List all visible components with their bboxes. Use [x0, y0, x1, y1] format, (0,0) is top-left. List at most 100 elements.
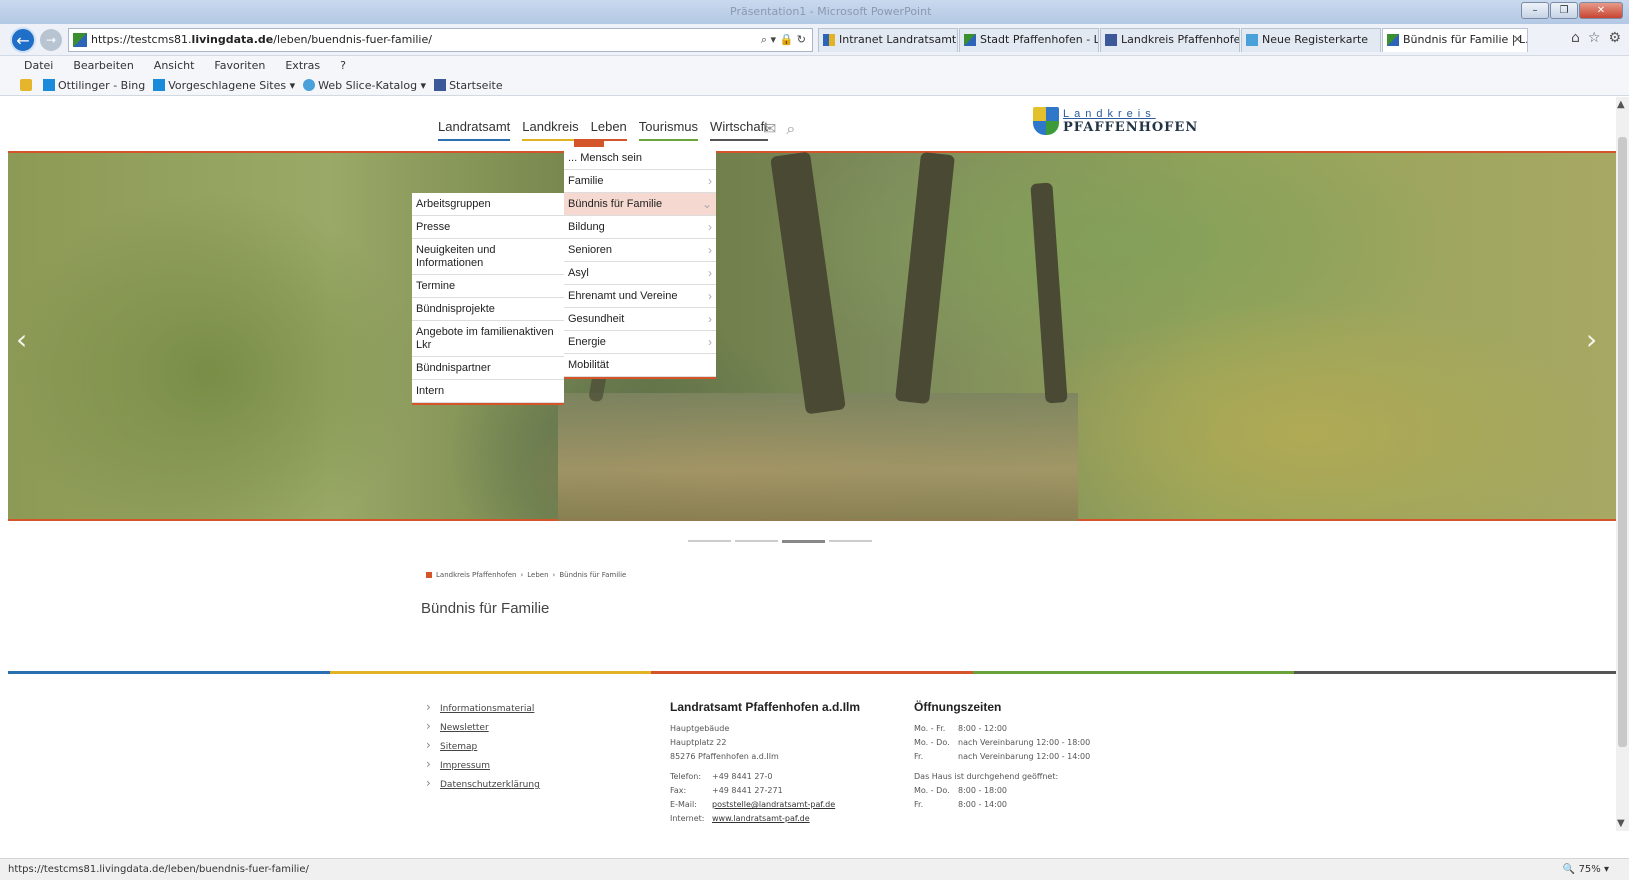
- favorites-star-icon[interactable]: ☆: [1588, 30, 1601, 46]
- menu-item[interactable]: Favoriten: [214, 59, 265, 72]
- color-segment: [329, 671, 652, 674]
- slider-next-arrow-icon[interactable]: ›: [1586, 323, 1597, 356]
- crest-icon: [1387, 34, 1399, 46]
- menu-item[interactable]: ?: [340, 59, 346, 72]
- slider-dot[interactable]: [829, 540, 872, 542]
- favorite-web-slice[interactable]: Web Slice-Katalog ▾: [303, 76, 426, 95]
- email-link[interactable]: poststelle@landratsamt-paf.de: [712, 798, 835, 812]
- slider-prev-arrow-icon[interactable]: ‹: [16, 323, 27, 356]
- chevron-icon: ›: [708, 266, 712, 280]
- status-url: https://testcms81.livingdata.de/leben/bu…: [8, 864, 309, 875]
- submenu-item[interactable]: Termine: [412, 275, 564, 298]
- submenu-item[interactable]: Arbeitsgruppen: [412, 193, 564, 216]
- dropdown-item[interactable]: Asyl ›: [564, 262, 716, 285]
- submenu-item[interactable]: Neuigkeiten und Informationen: [412, 239, 564, 275]
- crest-icon: [964, 34, 976, 46]
- nav-item[interactable]: Wirtschaft: [710, 119, 768, 141]
- submenu-item[interactable]: Angebote im familienaktiven Lkr: [412, 321, 564, 357]
- website-link[interactable]: www.landratsamt-paf.de: [712, 812, 810, 826]
- site-logo[interactable]: Landkreis PFAFFENHOFEN: [1033, 107, 1198, 135]
- dropdown-item[interactable]: Familie ›: [564, 170, 716, 193]
- nav-item[interactable]: Leben: [590, 119, 627, 141]
- menu-item[interactable]: Datei: [24, 59, 53, 72]
- slider-pagination: [688, 540, 872, 543]
- close-button[interactable]: ✕: [1579, 2, 1623, 19]
- favorite-suggested-sites[interactable]: Vorgeschlagene Sites ▾: [153, 76, 295, 95]
- dropdown-item[interactable]: Bündnis für Familie ⌄: [564, 193, 716, 216]
- footer-link[interactable]: Datenschutzerklärung: [426, 776, 540, 795]
- browser-tab[interactable]: Neue Registerkarte: [1241, 28, 1381, 52]
- main-navigation: Landratsamt Landkreis Leben Tourismus Wirtsc…: [438, 119, 768, 141]
- add-favorite-icon[interactable]: [20, 76, 35, 95]
- footer-link[interactable]: Sitemap: [426, 738, 540, 757]
- chevron-icon: ⌄: [701, 197, 712, 211]
- nav-item[interactable]: Landratsamt: [438, 119, 511, 141]
- scroll-up-icon[interactable]: ▲: [1617, 99, 1625, 110]
- status-bar: https://testcms81.livingdata.de/leben/bu…: [0, 858, 1629, 880]
- nav-item[interactable]: Landkreis: [522, 119, 579, 141]
- scroll-down-icon[interactable]: ▼: [1617, 818, 1625, 829]
- nav-item[interactable]: Tourismus: [638, 119, 699, 141]
- favorite-startseite[interactable]: Startseite: [434, 76, 503, 95]
- search-dropdown-icon[interactable]: ⌕ ▾: [761, 33, 776, 46]
- address-bar[interactable]: https://testcms81.livingdata.de/leben/bu…: [68, 28, 813, 52]
- forward-button[interactable]: →: [40, 29, 62, 51]
- chevron-icon: ›: [708, 335, 712, 349]
- color-segment: [651, 671, 973, 674]
- breadcrumb-item[interactable]: Leben: [527, 571, 548, 579]
- slider-dot[interactable]: [735, 540, 778, 542]
- submenu-item[interactable]: Bündnisprojekte: [412, 298, 564, 321]
- menu-item[interactable]: Bearbeiten: [73, 59, 133, 72]
- footer-link[interactable]: Informationsmaterial: [426, 700, 540, 719]
- menu-item[interactable]: Extras: [285, 59, 320, 72]
- page-scrollbar[interactable]: ▲ ▼: [1616, 97, 1629, 831]
- favorites-bar: Ottilinger - Bing Vorgeschlagene Sites ▾…: [0, 76, 1629, 96]
- submenu-item[interactable]: Intern: [412, 380, 564, 403]
- slider-dot-active[interactable]: [782, 540, 825, 543]
- mail-icon[interactable]: ✉: [763, 119, 776, 139]
- hours-row: Mo. - Fr. 8:00 - 12:00: [914, 724, 1007, 733]
- lock-icon[interactable]: 🔒: [780, 33, 794, 46]
- chevron-icon: ›: [708, 174, 712, 188]
- browser-tab[interactable]: Bündnis für Familie | L... ✕: [1382, 28, 1528, 52]
- dropdown-item[interactable]: Energie ›: [564, 331, 716, 354]
- footer-link[interactable]: Newsletter: [426, 719, 540, 738]
- menu-bar: Datei Bearbeiten Ansicht Favoriten Extras?: [0, 56, 1629, 76]
- home-icon[interactable]: ⌂: [1571, 30, 1580, 46]
- browser-tab[interactable]: Intranet Landratsamt Pfaf...: [818, 28, 958, 52]
- zoom-level[interactable]: 🔍 75% ▾: [1563, 859, 1609, 880]
- menu-item[interactable]: Ansicht: [154, 59, 195, 72]
- maximize-button[interactable]: ❐: [1550, 2, 1578, 19]
- scrollbar-thumb[interactable]: [1618, 137, 1627, 747]
- opening-hours-column: Öffnungszeiten Mo. - Fr. 8:00 - 12:00 Mo. …: [914, 700, 1090, 812]
- minimize-button[interactable]: –: [1521, 2, 1549, 19]
- browser-tab[interactable]: Stadt Pfaffenhofen - Lan...: [959, 28, 1099, 52]
- favorite-bing-link[interactable]: Ottilinger - Bing: [43, 76, 145, 95]
- hours-row: Mo. - Do. nach Vereinbarung 12:00 - 18:00: [914, 738, 1091, 747]
- close-tab-icon[interactable]: ✕: [1513, 29, 1522, 51]
- dropdown-item[interactable]: Gesundheit ›: [564, 308, 716, 331]
- submenu-item[interactable]: Presse: [412, 216, 564, 239]
- settings-gear-icon[interactable]: ⚙: [1608, 30, 1621, 46]
- dropdown-item[interactable]: Ehrenamt und Vereine ›: [564, 285, 716, 308]
- slider-dot[interactable]: [688, 540, 731, 542]
- dropdown-item[interactable]: ... Mensch sein: [564, 147, 716, 170]
- leben-dropdown-menu: ... Mensch sein Familie › Bündnis für Famil…: [564, 147, 716, 379]
- bing-icon: [43, 79, 55, 91]
- submenu-item[interactable]: Bündnispartner: [412, 357, 564, 380]
- dropdown-item[interactable]: Mobilität: [564, 354, 716, 377]
- web-page: Landratsamt Landkreis Leben Tourismus Wirtsc…: [8, 97, 1616, 831]
- refresh-icon[interactable]: ↻: [797, 33, 806, 46]
- hours-row: Mo. - Do. 8:00 - 18:00: [914, 786, 1007, 795]
- crest-icon: [1033, 107, 1059, 135]
- dropdown-item[interactable]: Senioren ›: [564, 239, 716, 262]
- hero-tree: [1030, 182, 1068, 404]
- browser-tab[interactable]: Landkreis Pfaffenhofen a...: [1100, 28, 1240, 52]
- footer-link[interactable]: Impressum: [426, 757, 540, 776]
- intranet-icon: [823, 34, 835, 46]
- search-icon[interactable]: ⌕: [786, 119, 795, 139]
- breadcrumb-item[interactable]: Landkreis Pfaffenhofen: [436, 571, 516, 579]
- back-button[interactable]: ←: [10, 27, 36, 53]
- dropdown-item[interactable]: Bildung ›: [564, 216, 716, 239]
- footer-links: InformationsmaterialNewsletterSitemapImp…: [426, 700, 540, 795]
